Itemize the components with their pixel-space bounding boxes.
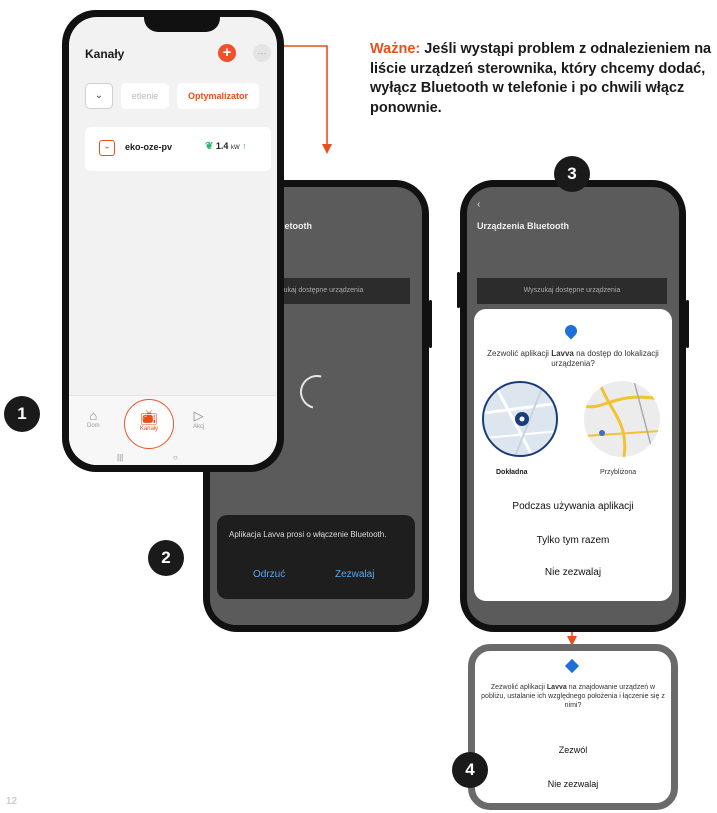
arrow-up-icon: ↑: [242, 141, 247, 151]
power-value: 1.4: [215, 141, 229, 151]
location-permission-dialog: Zezwolić aplikacji Lavva na dostęp do lo…: [474, 309, 672, 601]
nav-channels[interactable]: 📺︎ Kanały: [124, 399, 174, 449]
page-number: 12: [6, 796, 18, 807]
screen-title: Urządzenia Bluetooth: [477, 221, 570, 231]
nav-actions-label: Akcj: [193, 424, 205, 430]
device-card[interactable]: ⌁ eko-oze-pv ❦ 1.4 kW ↑: [85, 127, 271, 171]
search-devices-button[interactable]: Wyszukaj dostępne urządzenia: [477, 278, 667, 304]
back-icon[interactable]: ‹: [477, 199, 480, 210]
approximate-location-map[interactable]: [584, 381, 660, 457]
step-1-badge: 1: [4, 396, 40, 432]
while-using-app-button[interactable]: Podczas używania aplikacji: [474, 501, 672, 512]
precise-location-map[interactable]: [482, 381, 558, 457]
play-icon: ▷: [193, 408, 204, 423]
location-pin-icon: [562, 322, 580, 340]
phone-notch: [144, 10, 220, 32]
device-power: ❦ 1.4 kW ↑: [205, 141, 247, 152]
approximate-label: Przybliżona: [600, 469, 637, 476]
page-title: Kanały: [85, 47, 125, 61]
deny-nearby-button[interactable]: Nie zezwalaj: [475, 779, 671, 789]
device-name: eko-oze-pv: [125, 142, 173, 152]
phone-location-permission: ‹ Urządzenia Bluetooth Wyszukaj dostępne…: [457, 180, 689, 632]
phone-channels: Kanały + ··· ⌄ etlenie Optymalizator ⌁ e…: [62, 10, 284, 472]
solar-panel-icon: ⌁: [99, 140, 115, 156]
street-map-icon: [484, 383, 556, 455]
nav-channels-label: Kanały: [139, 426, 159, 432]
only-this-time-button[interactable]: Tylko tym razem: [474, 535, 672, 546]
leaf-icon: ❦: [205, 141, 214, 152]
precise-label: Dokładna: [496, 469, 528, 476]
tab-lighting[interactable]: etlenie: [121, 83, 169, 109]
nav-home[interactable]: ⌂ Dom: [87, 408, 100, 429]
tv-icon: 📺︎: [140, 409, 158, 425]
step-3-badge: 3: [554, 156, 590, 192]
nearby-question: Zezwolić aplikacji Lavva na znajdowanie …: [481, 684, 665, 709]
add-channel-button[interactable]: +: [218, 44, 236, 62]
nav-actions[interactable]: ▷ Akcj: [193, 408, 204, 430]
more-options-button[interactable]: ···: [253, 44, 271, 62]
step-2-badge: 2: [148, 540, 184, 576]
location-question: Zezwolić aplikacji Lavva na dostęp do lo…: [487, 349, 659, 368]
home-icon: ⌂: [89, 408, 98, 423]
screen-channels: Kanały + ··· ⌄ etlenie Optymalizator ⌁ e…: [69, 17, 277, 465]
allow-button[interactable]: Zezwalaj: [335, 569, 374, 580]
home-button-icon[interactable]: ○: [173, 453, 178, 462]
allow-nearby-button[interactable]: Zezwól: [475, 745, 671, 755]
screen-bluetooth-devices: ‹ Urządzenia Bluetooth Wyszukaj dostępne…: [467, 187, 679, 625]
chevron-down-icon[interactable]: ⌄: [85, 83, 113, 109]
recent-apps-icon[interactable]: |||: [117, 453, 123, 462]
dont-allow-button[interactable]: Nie zezwalaj: [474, 567, 672, 578]
nav-home-label: Dom: [87, 423, 100, 429]
road-map-icon: [584, 381, 660, 457]
deny-button[interactable]: Odrzuć: [253, 569, 285, 580]
bluetooth-permission-dialog: Aplikacja Lavva prosi o włączenie Blueto…: [217, 515, 415, 599]
power-unit: kW: [230, 145, 240, 151]
nearby-devices-dialog: Zezwolić aplikacji Lavva na znajdowanie …: [468, 644, 678, 810]
dialog-message: Aplikacja Lavva prosi o włączenie Blueto…: [229, 530, 387, 539]
tab-optimizer[interactable]: Optymalizator: [177, 83, 259, 109]
step-4-badge: 4: [452, 752, 488, 788]
nearby-devices-icon: [564, 658, 580, 674]
loading-spinner-icon: [293, 368, 341, 416]
